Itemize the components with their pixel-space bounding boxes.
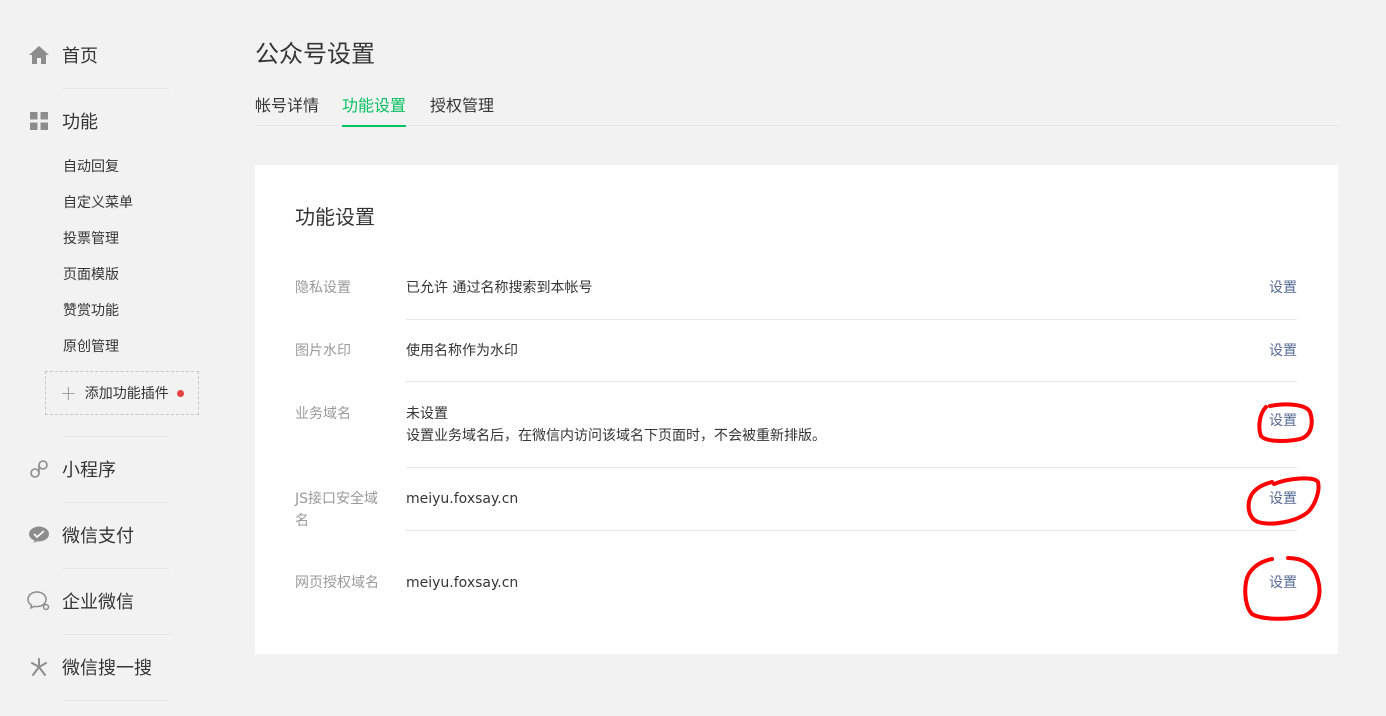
- panel-title: 功能设置: [295, 205, 375, 229]
- oauth-domain-set-link[interactable]: 设置: [1269, 572, 1297, 594]
- row-value: meiyu.foxsay.cn: [406, 491, 519, 507]
- notification-dot: [176, 389, 184, 397]
- divider: [63, 700, 170, 701]
- page-title: 公众号设置: [255, 40, 375, 68]
- sidebar-item-custom-menu[interactable]: 自定义菜单: [63, 192, 133, 212]
- divider: [406, 530, 1297, 531]
- divider: [406, 467, 1297, 468]
- nav-features-label: 功能: [62, 112, 98, 133]
- js-domain-set-link[interactable]: 设置: [1269, 488, 1297, 510]
- add-plugin-label: 添加功能插件: [84, 386, 169, 402]
- divider: [63, 568, 170, 569]
- row-value: meiyu.foxsay.cn: [406, 575, 519, 591]
- divider: [406, 381, 1297, 382]
- nav-home-label: 首页: [62, 46, 98, 67]
- wechat-search-icon: [26, 654, 52, 680]
- nav-features[interactable]: 功能: [26, 108, 98, 134]
- divider: [63, 88, 170, 89]
- divider: [406, 319, 1297, 320]
- tab-account-details[interactable]: 帐号详情: [255, 92, 319, 125]
- grid-icon: [26, 108, 52, 134]
- tab-bar: 帐号详情 功能设置 授权管理: [255, 88, 1338, 127]
- sidebar-item-auto-reply[interactable]: 自动回复: [63, 156, 119, 176]
- sidebar-item-reward[interactable]: 赞赏功能: [63, 300, 119, 320]
- plus-icon: +: [60, 381, 77, 405]
- row-value: 使用名称作为水印: [406, 343, 518, 359]
- row-label: 业务域名: [295, 406, 351, 422]
- divider: [63, 436, 170, 437]
- wechat-pay-icon: [26, 522, 52, 548]
- nav-wechat-search-label: 微信搜一搜: [62, 658, 152, 679]
- privacy-set-link[interactable]: 设置: [1269, 277, 1297, 299]
- row-label: 隐私设置: [295, 280, 351, 296]
- nav-work-wechat[interactable]: 企业微信: [26, 588, 134, 614]
- row-label: 图片水印: [295, 343, 351, 359]
- watermark-set-link[interactable]: 设置: [1269, 340, 1297, 362]
- row-note: 设置业务域名后，在微信内访问该域名下页面时，不会被重新排版。: [406, 428, 826, 444]
- sidebar-item-original[interactable]: 原创管理: [63, 336, 119, 356]
- feature-settings-panel: 功能设置 隐私设置 已允许 通过名称搜索到本帐号 设置 图片水印 使用名称作为水…: [255, 165, 1338, 654]
- mini-program-icon: [26, 456, 52, 482]
- tab-feature-settings[interactable]: 功能设置: [342, 92, 407, 127]
- work-wechat-icon: [26, 588, 52, 614]
- row-value: 已允许 通过名称搜索到本帐号: [406, 280, 593, 296]
- nav-work-wechat-label: 企业微信: [62, 592, 134, 613]
- divider: [63, 634, 170, 635]
- nav-wechat-pay[interactable]: 微信支付: [26, 522, 134, 548]
- nav-mini-program[interactable]: 小程序: [26, 456, 116, 482]
- sidebar: 首页 功能 自动回复 自定义菜单 投票管理 页面模版 赞赏功能 原创管理 + 添…: [0, 0, 230, 716]
- nav-wechat-pay-label: 微信支付: [62, 526, 134, 547]
- row-value: 未设置: [406, 406, 448, 422]
- nav-wechat-search[interactable]: 微信搜一搜: [26, 654, 152, 680]
- business-domain-set-link[interactable]: 设置: [1269, 410, 1297, 432]
- add-plugin-button[interactable]: + 添加功能插件: [45, 371, 199, 415]
- tab-authorization[interactable]: 授权管理: [430, 92, 494, 125]
- row-label: JS接口安全域名: [295, 491, 379, 529]
- row-label: 网页授权域名: [295, 575, 379, 591]
- divider: [63, 502, 170, 503]
- home-icon: [26, 42, 52, 68]
- sidebar-item-page-template[interactable]: 页面模版: [63, 264, 119, 284]
- sidebar-item-vote[interactable]: 投票管理: [63, 228, 119, 248]
- nav-mini-program-label: 小程序: [62, 460, 116, 481]
- nav-home[interactable]: 首页: [26, 42, 98, 68]
